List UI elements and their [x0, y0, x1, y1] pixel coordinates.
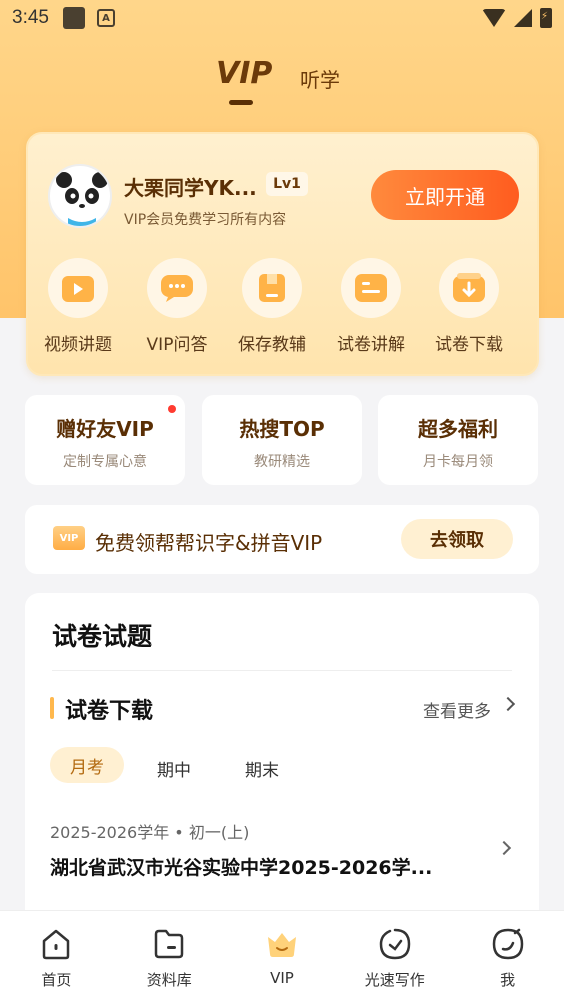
feature-label: 试卷下载 — [435, 335, 503, 355]
divider — [52, 670, 512, 671]
folder-icon — [154, 929, 184, 959]
promo-title: 超多福利 — [418, 417, 498, 441]
bottom-nav: 首页 资料库 VIP 光速写作 我 — [0, 910, 564, 1004]
open-vip-button[interactable]: 立即开通 — [371, 170, 519, 220]
chevron-right-icon[interactable] — [496, 840, 512, 856]
feature-label: 试卷讲解 — [337, 335, 405, 355]
view-more-link[interactable]: 查看更多 — [423, 697, 491, 722]
status-bar: 3:45 A — [0, 0, 564, 36]
promo-subtitle: 教研精选 — [254, 454, 310, 470]
promo-hot-top[interactable]: 热搜TOP 教研精选 — [202, 395, 362, 485]
feature-vip-qa[interactable]: VIP问答 — [129, 258, 225, 355]
nav-library[interactable]: 资料库 — [113, 911, 226, 1004]
avatar[interactable] — [48, 164, 112, 228]
promo-title: 赠好友VIP — [56, 417, 154, 441]
nav-vip[interactable]: VIP — [226, 911, 339, 1004]
nav-home[interactable]: 首页 — [0, 911, 113, 1004]
chip-final[interactable]: 期末 — [245, 756, 279, 781]
nav-label: VIP — [270, 969, 294, 987]
feature-video[interactable]: 视频讲题 — [30, 258, 126, 355]
wifi-icon — [482, 9, 506, 27]
promo-subtitle: 定制专属心意 — [63, 454, 147, 470]
profile-icon — [492, 928, 523, 960]
nav-label: 光速写作 — [364, 971, 425, 989]
subsection-accent-bar — [50, 697, 54, 719]
feature-row: 视频讲题 VIP问答 保存教辅 试卷讲解 试卷下载 — [28, 258, 537, 368]
promo-benefits[interactable]: 超多福利 月卡每月领 — [378, 395, 538, 485]
top-tabs: VIP 听学 — [0, 52, 564, 112]
vip-subtitle: VIP会员免费学习所有内容 — [124, 212, 287, 228]
chip-monthly[interactable]: 月考 — [50, 747, 124, 783]
keyboard-a-icon: A — [96, 9, 115, 27]
paper-explain-icon — [341, 258, 401, 318]
nav-me[interactable]: 我 — [451, 911, 564, 1004]
status-time: 3:45 — [12, 7, 49, 28]
feature-label: 视频讲题 — [44, 335, 112, 355]
nav-label: 首页 — [41, 971, 72, 989]
writing-icon — [379, 928, 411, 960]
chip-midterm[interactable]: 期中 — [157, 756, 191, 781]
nav-label: 资料库 — [146, 971, 192, 989]
pinyin-vip-banner: VIP 免费领帮帮识字&拼音VIP 去领取 — [25, 505, 539, 574]
signal-icon — [514, 9, 532, 27]
tab-listen[interactable]: 听学 — [300, 64, 340, 93]
nav-writing[interactable]: 光速写作 — [338, 911, 451, 1004]
level-badge: Lv1 — [266, 172, 308, 196]
section-title: 试卷试题 — [52, 622, 153, 651]
claim-button[interactable]: 去领取 — [401, 519, 513, 559]
vip-ticket-icon: VIP — [53, 526, 85, 550]
tab-active-indicator — [229, 100, 253, 105]
papers-section: 试卷试题 试卷下载 查看更多 月考 期中 期末 2025-2026学年 • 初一… — [25, 593, 539, 933]
pinyin-banner-text: 免费领帮帮识字&拼音VIP — [95, 531, 323, 555]
feature-paper-explain[interactable]: 试卷讲解 — [323, 258, 419, 355]
feature-label: VIP问答 — [146, 335, 208, 355]
download-icon — [439, 258, 499, 318]
paper-title[interactable]: 湖北省武汉市光谷实验中学2025-2026学... — [50, 853, 432, 880]
notification-dot — [168, 405, 176, 413]
box-save-icon — [242, 258, 302, 318]
vip-crown-icon — [267, 933, 296, 957]
user-name: 大栗同学YK... — [124, 176, 257, 200]
vip-card: 大栗同学YK... Lv1 VIP会员免费学习所有内容 立即开通 视频讲题 VI… — [26, 132, 539, 376]
tab-vip[interactable]: VIP — [216, 56, 272, 91]
video-folder-icon — [48, 258, 108, 318]
feature-save[interactable]: 保存教辅 — [224, 258, 320, 355]
promo-title: 热搜TOP — [239, 417, 325, 441]
notification-app-icon — [62, 7, 85, 29]
paper-meta: 2025-2026学年 • 初一(上) — [50, 823, 250, 842]
panda-avatar-icon — [56, 172, 108, 226]
subsection-title: 试卷下载 — [65, 699, 154, 724]
feature-label: 保存教辅 — [238, 335, 306, 355]
home-icon — [43, 929, 70, 960]
chevron-right-icon[interactable] — [500, 696, 516, 712]
feature-paper-download[interactable]: 试卷下载 — [421, 258, 517, 355]
battery-icon — [540, 8, 552, 28]
nav-label: 我 — [500, 971, 516, 989]
promo-subtitle: 月卡每月领 — [423, 454, 493, 470]
chat-bubble-icon — [147, 258, 207, 318]
feature-shop[interactable]: 商 — [520, 258, 537, 355]
promo-gift-vip[interactable]: 赠好友VIP 定制专属心意 — [25, 395, 185, 485]
